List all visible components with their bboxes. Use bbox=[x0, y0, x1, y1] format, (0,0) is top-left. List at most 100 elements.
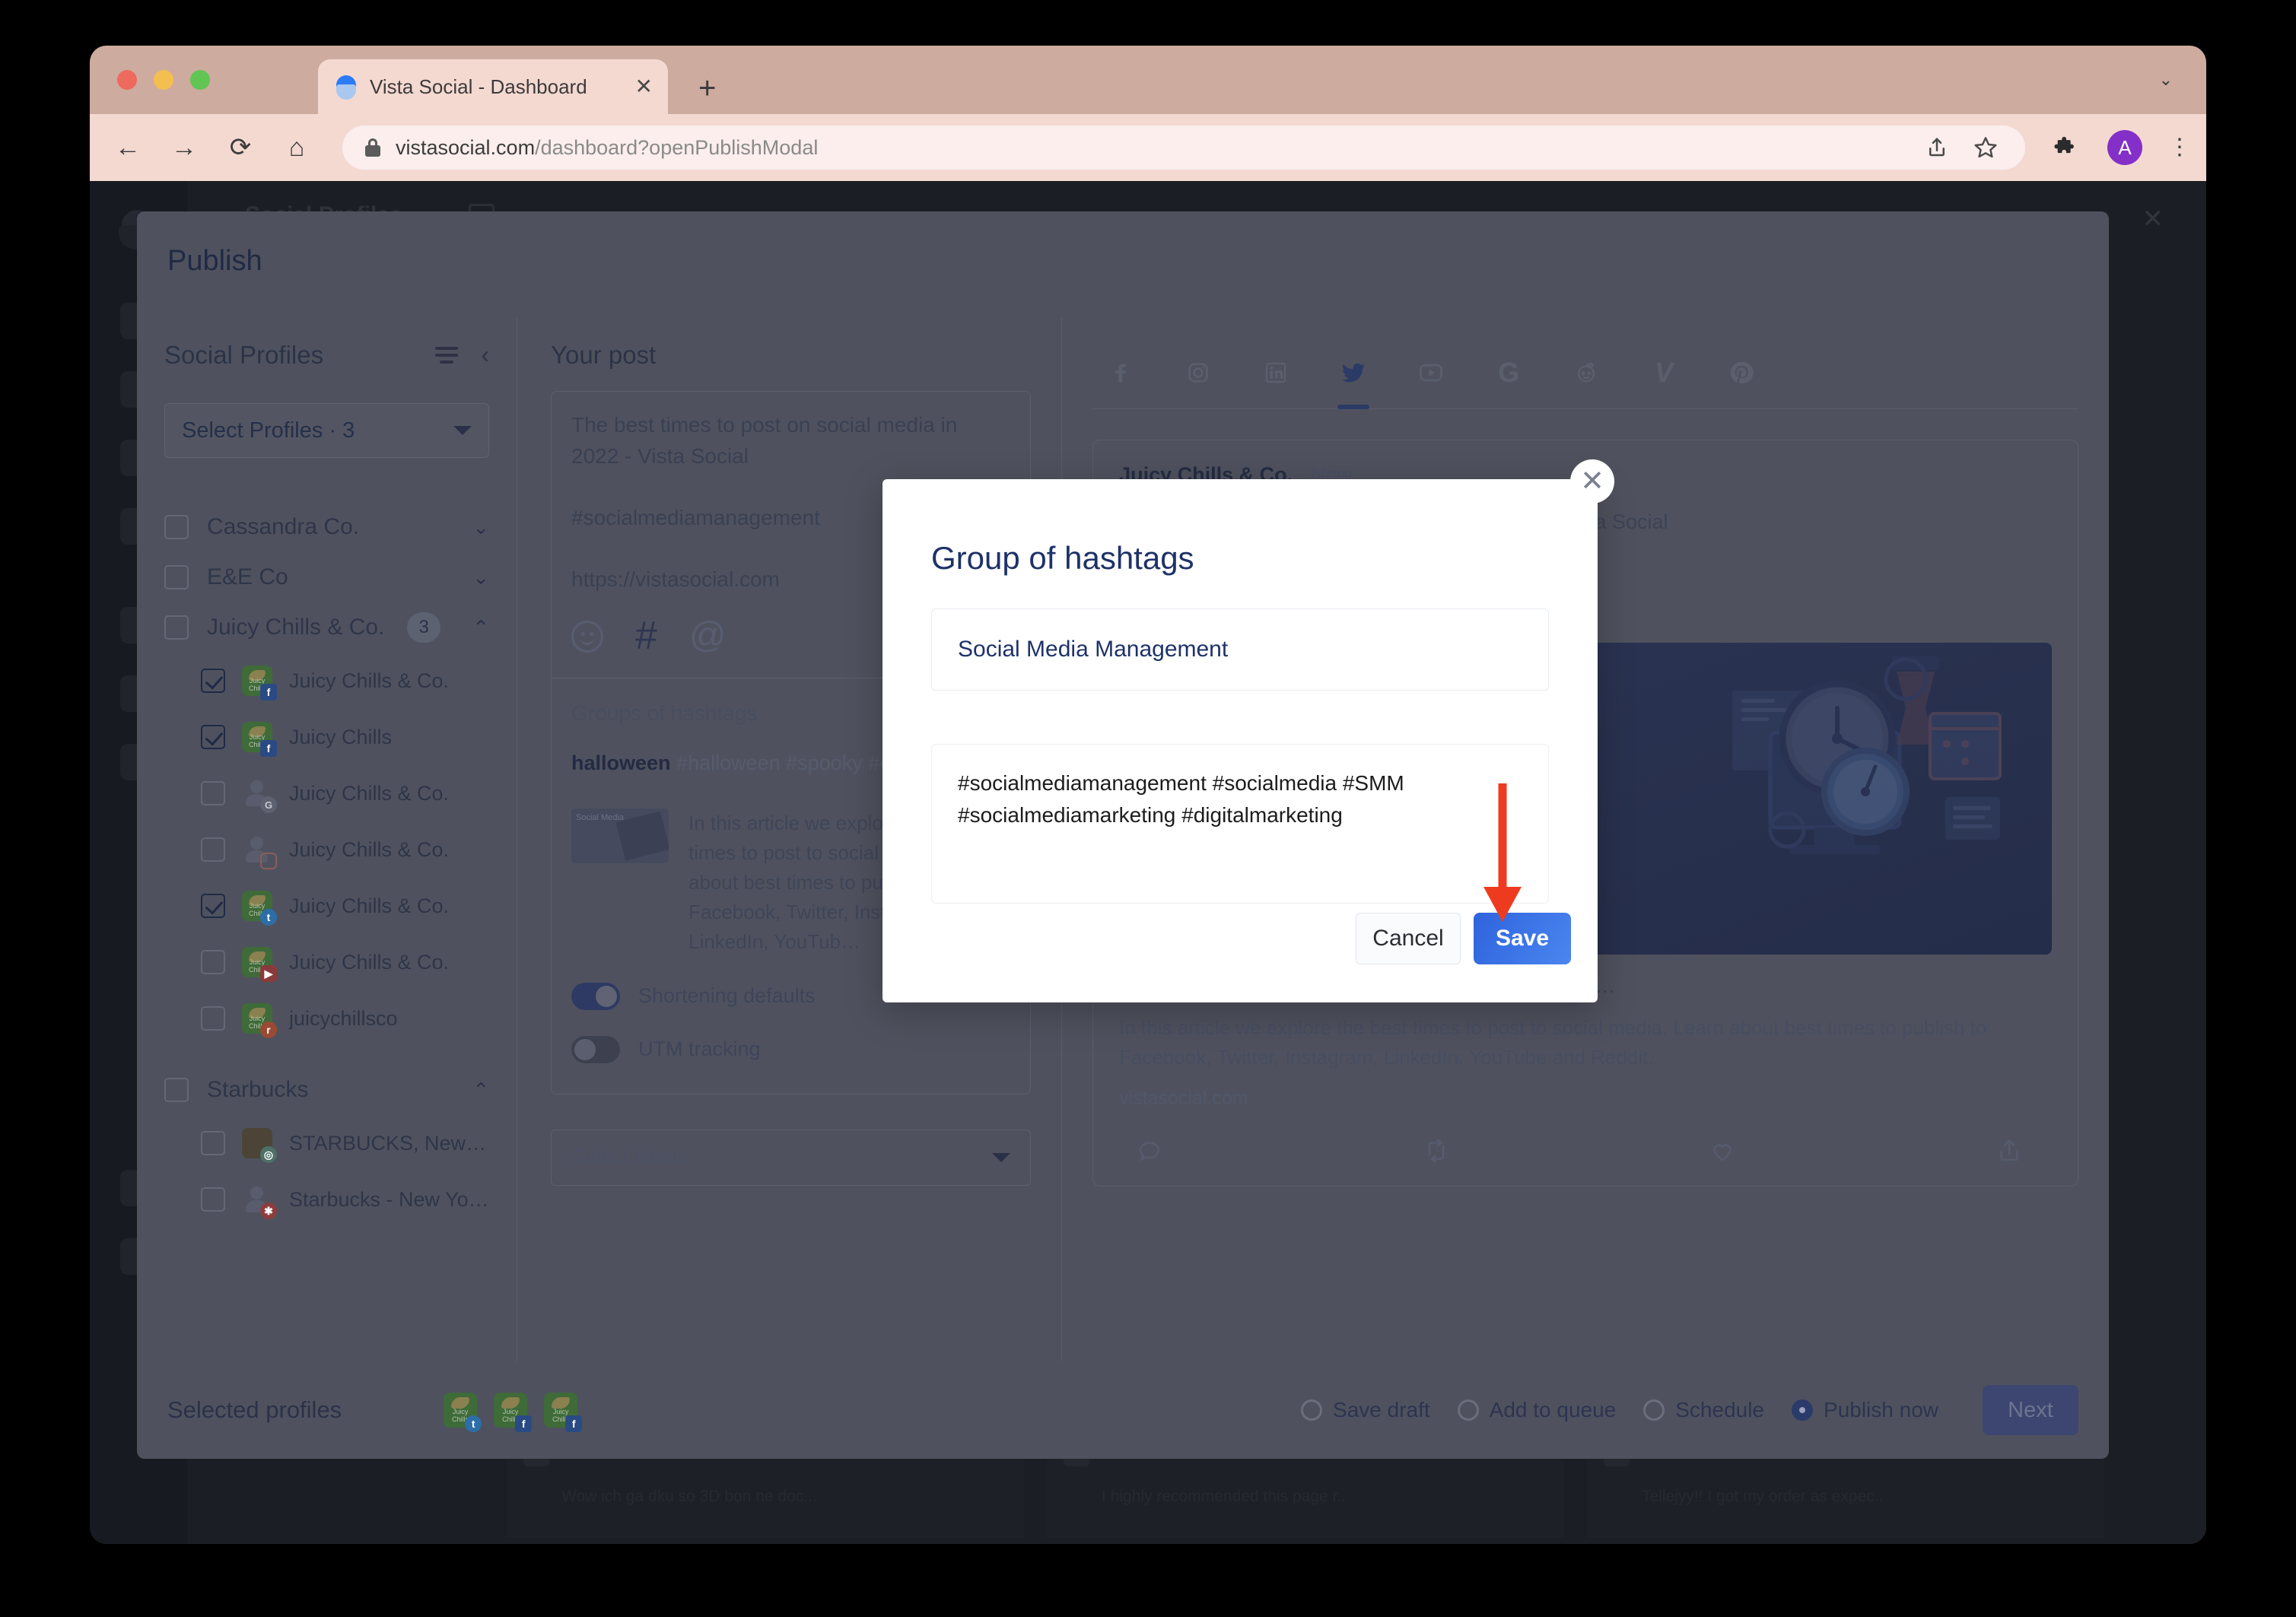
new-tab-icon[interactable]: + bbox=[698, 73, 716, 103]
profile-item[interactable]: Juicy Chills f Juicy Chills & Co. bbox=[164, 653, 489, 709]
maximize-window-button[interactable] bbox=[190, 70, 210, 90]
tab-pinterest[interactable] bbox=[1724, 355, 1759, 390]
group-checkbox[interactable] bbox=[164, 515, 189, 539]
radio-schedule[interactable] bbox=[1643, 1399, 1665, 1421]
share-icon[interactable] bbox=[1920, 131, 1954, 164]
chevron-down-icon[interactable]: ⌄ bbox=[472, 567, 489, 587]
reply-icon[interactable] bbox=[1134, 1136, 1165, 1166]
option-save-draft[interactable]: Save draft bbox=[1301, 1398, 1430, 1422]
profile-name: juicychillsco bbox=[289, 1006, 398, 1030]
profile-group-cassandra[interactable]: Cassandra Co. ⌄ bbox=[164, 502, 489, 552]
tab-linkedin[interactable] bbox=[1258, 355, 1293, 390]
avatar[interactable]: A bbox=[2107, 130, 2142, 165]
option-publish-now[interactable]: Publish now bbox=[1792, 1398, 1938, 1422]
group-name-input[interactable]: Social Media Management bbox=[931, 608, 1549, 691]
browser-tab[interactable]: Vista Social - Dashboard ✕ bbox=[318, 59, 668, 114]
emoji-icon[interactable] bbox=[571, 620, 603, 653]
group-checkbox[interactable] bbox=[164, 1078, 189, 1102]
address-bar[interactable]: vistasocial.com/dashboard?openPublishMod… bbox=[342, 125, 2025, 170]
reddit-icon: r bbox=[260, 1021, 277, 1038]
window-traffic-lights bbox=[117, 70, 210, 90]
profile-checkbox[interactable] bbox=[201, 837, 225, 862]
group-checkbox[interactable] bbox=[164, 565, 189, 589]
tab-youtube[interactable] bbox=[1414, 355, 1449, 390]
profile-checkbox[interactable] bbox=[201, 950, 225, 974]
chevron-left-icon[interactable]: ‹ bbox=[481, 342, 489, 367]
profile-checkbox[interactable] bbox=[201, 894, 225, 918]
profile-item[interactable]: ✱ Starbucks - New York, NY bbox=[164, 1171, 489, 1228]
radio-add-to-queue[interactable] bbox=[1457, 1399, 1479, 1421]
profile-item[interactable]: G Juicy Chills & Co. bbox=[164, 765, 489, 821]
chevron-up-icon[interactable]: ⌃ bbox=[472, 1080, 489, 1100]
facebook-icon: f bbox=[565, 1415, 583, 1432]
puzzle-icon[interactable] bbox=[2051, 132, 2081, 163]
twitter-icon: t bbox=[465, 1415, 482, 1432]
close-icon[interactable]: ✕ bbox=[1570, 459, 1614, 504]
profile-checkbox[interactable] bbox=[201, 1131, 225, 1155]
profile-checkbox[interactable] bbox=[201, 1187, 225, 1212]
avatar: Juicy Chills t bbox=[242, 891, 277, 926]
utm-tracking-toggle[interactable] bbox=[571, 1035, 620, 1063]
radio-save-draft[interactable] bbox=[1301, 1399, 1323, 1421]
browser-toolbar: ← → ⟳ ⌂ vistasocial.com/dashboard?openPu… bbox=[90, 114, 2206, 181]
select-profiles-dropdown[interactable]: Select Profiles · 3 bbox=[164, 403, 489, 458]
radio-publish-now[interactable] bbox=[1792, 1399, 1814, 1421]
home-icon[interactable]: ⌂ bbox=[281, 132, 312, 163]
share-icon[interactable] bbox=[1994, 1136, 2024, 1166]
save-button[interactable]: Save bbox=[1474, 913, 1571, 964]
option-schedule[interactable]: Schedule bbox=[1643, 1398, 1764, 1422]
tab-instagram[interactable] bbox=[1181, 355, 1216, 390]
chevron-down-icon[interactable]: ⌄ bbox=[472, 517, 489, 537]
profile-name: Juicy Chills & Co. bbox=[289, 781, 450, 805]
hashtag-icon[interactable]: # bbox=[635, 616, 657, 656]
reload-icon[interactable]: ⟳ bbox=[225, 132, 256, 163]
youtube-icon: ▶ bbox=[260, 965, 277, 982]
profile-item[interactable]: Juicy Chills r juicychillsco bbox=[164, 990, 489, 1047]
tab-vimeo[interactable]: V bbox=[1646, 355, 1681, 390]
minimize-window-button[interactable] bbox=[154, 70, 173, 90]
avatar: G bbox=[242, 778, 277, 813]
network-tabs: G V bbox=[1092, 336, 2078, 409]
profile-group-juicy-chills[interactable]: Juicy Chills & Co. 3 ⌃ bbox=[164, 602, 489, 653]
kebab-menu-icon[interactable]: ⋮ bbox=[2168, 136, 2191, 158]
avatar: ✱ bbox=[242, 1184, 277, 1219]
option-add-to-queue[interactable]: Add to queue bbox=[1457, 1398, 1616, 1422]
profile-item[interactable]: Juicy Chills t Juicy Chills & Co. bbox=[164, 878, 489, 934]
forward-icon[interactable]: → bbox=[169, 132, 199, 163]
profile-item[interactable]: Juicy Chills & Co. bbox=[164, 821, 489, 878]
shortening-defaults-toggle[interactable] bbox=[571, 982, 620, 1010]
select-labels-dropdown[interactable]: Select labels bbox=[551, 1129, 1032, 1186]
profile-checkbox[interactable] bbox=[201, 781, 225, 805]
avatar: Juicy Chills ▶ bbox=[242, 947, 277, 982]
link-thumb-caption: Social Media bbox=[576, 812, 624, 822]
vista-social-favicon bbox=[333, 74, 359, 100]
hashtags-textarea[interactable]: #socialmediamanagement #socialmedia #SMM… bbox=[931, 744, 1549, 904]
tab-twitter[interactable] bbox=[1336, 355, 1371, 409]
group-checkbox[interactable] bbox=[164, 615, 189, 640]
profile-checkbox[interactable] bbox=[201, 669, 225, 693]
profile-item[interactable]: Juicy Chills ▶ Juicy Chills & Co. bbox=[164, 934, 489, 990]
tab-reddit[interactable] bbox=[1569, 355, 1604, 390]
star-icon[interactable] bbox=[1969, 131, 2002, 164]
chevron-up-icon[interactable]: ⌃ bbox=[472, 618, 489, 637]
page-title: Publish bbox=[167, 245, 262, 277]
tab-google[interactable]: G bbox=[1491, 355, 1526, 390]
tab-close-icon[interactable]: ✕ bbox=[635, 76, 653, 97]
profile-group-ee-co[interactable]: E&E Co ⌄ bbox=[164, 552, 489, 602]
at-mention-icon[interactable]: @ bbox=[689, 618, 727, 654]
back-icon[interactable]: ← bbox=[113, 132, 143, 163]
profile-item[interactable]: Juicy Chills f Juicy Chills bbox=[164, 709, 489, 765]
close-window-button[interactable] bbox=[117, 70, 137, 90]
profile-group-starbucks[interactable]: Starbucks ⌃ bbox=[164, 1065, 489, 1115]
profile-item[interactable]: ◎ STARBUCKS, New York Ci… bbox=[164, 1115, 489, 1171]
tab-facebook[interactable] bbox=[1103, 355, 1138, 390]
retweet-icon[interactable] bbox=[1421, 1136, 1452, 1166]
cancel-button[interactable]: Cancel bbox=[1356, 913, 1461, 964]
filter-icon[interactable] bbox=[435, 347, 459, 364]
chevron-down-icon[interactable]: ⌄ bbox=[2159, 70, 2173, 90]
like-icon[interactable] bbox=[1707, 1136, 1738, 1166]
social-profiles-title: Social Profiles bbox=[164, 341, 324, 369]
profile-checkbox[interactable] bbox=[201, 1006, 225, 1031]
next-button[interactable]: Next bbox=[1983, 1385, 2078, 1435]
profile-checkbox[interactable] bbox=[201, 725, 225, 749]
